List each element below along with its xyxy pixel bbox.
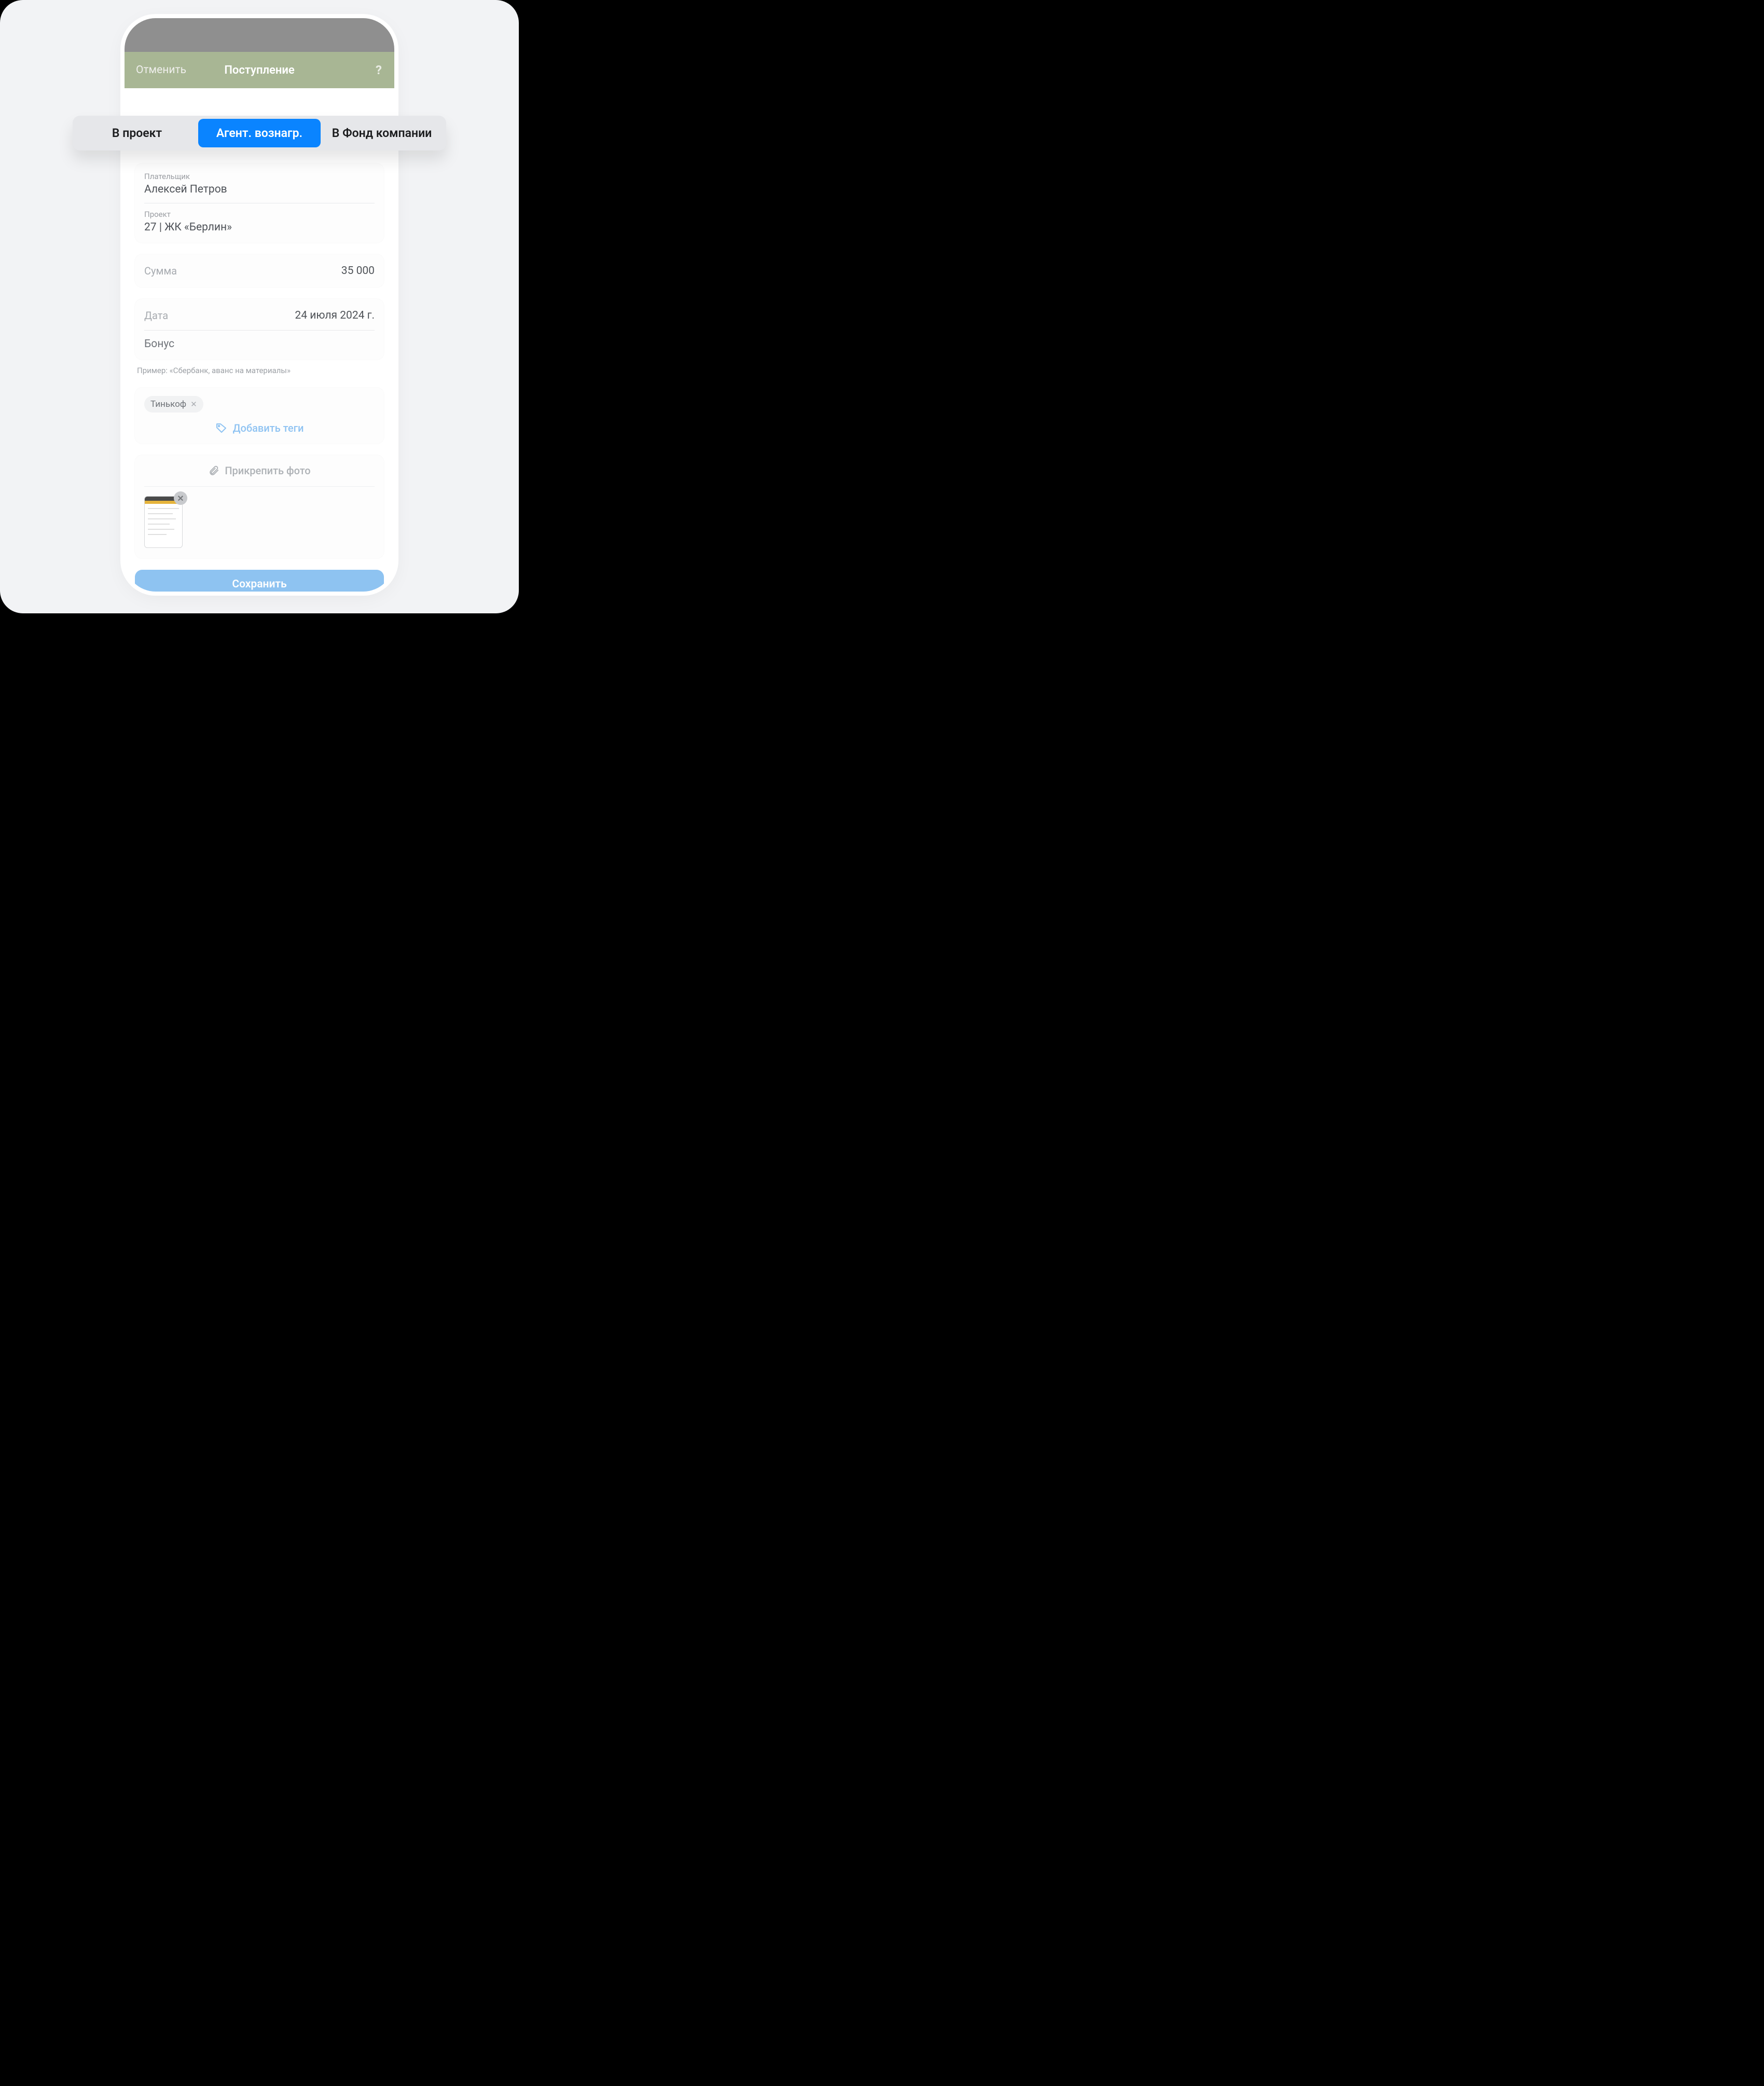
cancel-button[interactable]: Отменить bbox=[136, 64, 186, 76]
date-label: Дата bbox=[144, 309, 168, 322]
note-value: Бонус bbox=[144, 338, 375, 350]
remove-attachment-icon[interactable]: ✕ bbox=[174, 491, 187, 505]
add-tags-label: Добавить теги bbox=[233, 422, 304, 434]
tab-to-project[interactable]: В проект bbox=[76, 119, 198, 147]
tag-chip-label: Тинькоф bbox=[150, 399, 186, 409]
payer-value: Алексей Петров bbox=[144, 183, 375, 196]
date-value: 24 июля 2024 г. bbox=[295, 309, 375, 322]
save-button-label: Сохранить bbox=[232, 578, 286, 591]
paperclip-icon bbox=[208, 465, 219, 476]
tags-card: Тинькоф ✕ Добавить теги bbox=[135, 388, 384, 444]
amount-label: Сумма bbox=[144, 265, 177, 277]
status-bar bbox=[125, 18, 394, 52]
screen-title: Поступление bbox=[224, 64, 294, 77]
payer-field[interactable]: Плательщик Алексей Петров bbox=[144, 166, 375, 203]
segmented-control: В проект Агент. вознагр. В Фонд компании bbox=[73, 116, 446, 150]
add-tags-button[interactable]: Добавить теги bbox=[144, 422, 375, 434]
tab-company-fund[interactable]: В Фонд компании bbox=[321, 119, 443, 147]
attach-photo-label: Прикрепить фото bbox=[225, 464, 310, 477]
attach-photo-button[interactable]: Прикрепить фото bbox=[144, 464, 375, 486]
note-field[interactable]: Бонус bbox=[144, 330, 375, 358]
payer-project-card: Плательщик Алексей Петров Проект 27 | ЖК… bbox=[135, 163, 384, 243]
tag-icon bbox=[215, 422, 228, 434]
tag-remove-icon[interactable]: ✕ bbox=[190, 400, 197, 409]
save-button[interactable]: Сохранить bbox=[135, 570, 384, 592]
help-button[interactable]: ? bbox=[376, 63, 382, 77]
note-hint: Пример: «Сбербанк, аванс на материалы» bbox=[137, 366, 382, 375]
project-label: Проект bbox=[144, 210, 375, 219]
app-header: Отменить Поступление ? bbox=[125, 52, 394, 88]
project-field[interactable]: Проект 27 | ЖК «Берлин» bbox=[144, 203, 375, 241]
amount-card[interactable]: Сумма 35 000 bbox=[135, 254, 384, 287]
attachment-thumbnail[interactable]: ✕ bbox=[144, 496, 183, 548]
tag-chip[interactable]: Тинькоф ✕ bbox=[144, 396, 203, 413]
attach-card: Прикрепить фото ✕ bbox=[135, 455, 384, 558]
payer-label: Плательщик bbox=[144, 172, 375, 181]
amount-value: 35 000 bbox=[341, 265, 375, 277]
date-note-card: Дата 24 июля 2024 г. Бонус bbox=[135, 299, 384, 360]
tab-agent-reward[interactable]: Агент. вознагр. bbox=[198, 119, 321, 147]
project-value: 27 | ЖК «Берлин» bbox=[144, 221, 375, 234]
date-field[interactable]: Дата 24 июля 2024 г. bbox=[144, 301, 375, 330]
